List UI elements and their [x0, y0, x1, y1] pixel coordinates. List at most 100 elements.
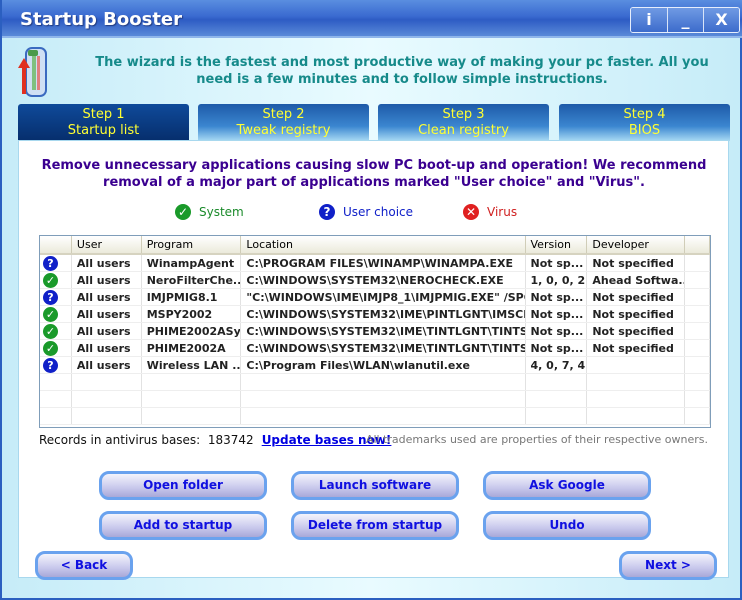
status-cell [40, 408, 72, 424]
intro-text: The wizard is the fastest and most produ… [95, 55, 709, 87]
info-button[interactable]: i [631, 8, 667, 32]
location-cell: C:\WINDOWS\SYSTEM32\IME\PINTLGNT\IMSCINS… [241, 306, 526, 322]
table-row[interactable]: ? All users IMJPMIG8.1 "C:\WINDOWS\IME\IMJP… [40, 289, 710, 306]
filler-cell [685, 357, 710, 373]
filler-cell [685, 391, 710, 407]
col-developer[interactable]: Developer [587, 236, 686, 253]
tab-label: BIOS [628, 123, 661, 138]
empty-row [40, 408, 710, 425]
user-cell: All users [72, 357, 142, 373]
table-row[interactable]: ✓ All users PHIME2002A C:\WINDOWS\SYSTEM32\… [40, 340, 710, 357]
version-cell: 1, 0, 0, 2 [526, 272, 588, 288]
next-button[interactable]: Next > [619, 551, 717, 580]
check-icon: ✓ [43, 273, 58, 288]
table-row[interactable]: ✓ All users MSPY2002 C:\WINDOWS\SYSTEM32\IM… [40, 306, 710, 323]
developer-cell: Not specified [587, 289, 686, 305]
legend-label: User choice [343, 205, 414, 219]
developer-cell: Ahead Softwa... [587, 272, 686, 288]
filler-cell [685, 323, 710, 339]
close-button[interactable]: X [703, 8, 739, 32]
minimize-button[interactable]: _ [667, 8, 703, 32]
empty-row [40, 374, 710, 391]
program-cell: IMJPMIG8.1 [142, 289, 242, 305]
developer-cell [587, 374, 686, 390]
location-cell [241, 374, 526, 390]
trademark-note: All trademarks used are properties of th… [365, 433, 708, 446]
col-location[interactable]: Location [241, 236, 526, 253]
location-cell: C:\WINDOWS\SYSTEM32\IME\TINTLGNT\TINTSET… [241, 323, 526, 339]
developer-cell: Not specified [587, 306, 686, 322]
speedometer-logo-icon [18, 47, 47, 97]
user-cell: All users [72, 340, 142, 356]
tab-tweak-registry[interactable]: Step 2 Tweak registry [198, 104, 369, 141]
tab-label: Clean registry [418, 123, 509, 138]
developer-cell: Not specified [587, 340, 686, 356]
undo-button[interactable]: Undo [483, 511, 651, 540]
location-cell: C:\WINDOWS\SYSTEM32\IME\TINTLGNT\TINTSET… [241, 340, 526, 356]
program-cell [142, 408, 242, 424]
status-cell: ✓ [40, 306, 72, 322]
startup-table[interactable]: User Program Location Version Developer … [39, 235, 711, 428]
developer-cell [587, 357, 686, 373]
filler-cell [685, 289, 710, 305]
version-cell: Not sp... [526, 340, 588, 356]
question-icon: ? [43, 358, 58, 373]
table-row[interactable]: ? All users WinampAgent C:\PROGRAM FILES\WI… [40, 255, 710, 272]
check-icon: ✓ [43, 341, 58, 356]
open-folder-button[interactable]: Open folder [99, 471, 267, 500]
legend-system: ✓ System [175, 204, 244, 220]
title-bar: Startup Booster i _ X [2, 0, 742, 38]
main-window: Startup Booster i _ X The wizard is the … [0, 0, 742, 600]
filler-cell [685, 255, 710, 271]
tab-step: Step 3 [442, 107, 485, 122]
table-row[interactable]: ✓ All usersPHIME2002ASy...C:\WINDOWS\SYST… [40, 323, 710, 340]
window-title: Startup Booster [20, 9, 183, 30]
user-cell: All users [72, 323, 142, 339]
user-cell: All users [72, 306, 142, 322]
program-cell: NeroFilterChe... [142, 272, 242, 288]
location-cell: "C:\WINDOWS\IME\IMJP8_1\IMJPMIG.EXE" /SP… [241, 289, 526, 305]
question-icon: ? [43, 256, 58, 271]
status-cell: ? [40, 289, 72, 305]
developer-cell: Not specified [587, 323, 686, 339]
program-cell [142, 374, 242, 390]
table-row[interactable]: ✓ All users NeroFilterChe... C:\WINDOWS\SYS… [40, 272, 710, 289]
col-status[interactable] [40, 236, 72, 253]
status-cell: ? [40, 255, 72, 271]
question-icon: ? [43, 290, 58, 305]
col-program[interactable]: Program [142, 236, 242, 253]
launch-software-button[interactable]: Launch software [291, 471, 459, 500]
program-cell [142, 391, 242, 407]
add-to-startup-button[interactable]: Add to startup [99, 511, 267, 540]
version-cell: Not sp... [526, 323, 588, 339]
tab-step: Step 2 [262, 107, 305, 122]
status-cell [40, 374, 72, 390]
version-cell: 4, 0, 7, 4 [526, 357, 588, 373]
tab-bios[interactable]: Step 4 BIOS [559, 104, 730, 141]
user-cell [72, 391, 142, 407]
check-icon: ✓ [43, 324, 58, 339]
check-icon: ✓ [175, 204, 191, 220]
status-cell: ✓ [40, 340, 72, 356]
tab-startup-list[interactable]: Step 1 Startup list [18, 104, 189, 141]
developer-cell [587, 391, 686, 407]
tab-step: Step 1 [82, 107, 125, 122]
delete-from-startup-button[interactable]: Delete from startup [291, 511, 459, 540]
records-info: Records in antivirus bases: 183742 Update… [39, 433, 391, 447]
tab-clean-registry[interactable]: Step 3 Clean registry [378, 104, 549, 141]
user-cell: All users [72, 289, 142, 305]
col-user[interactable]: User [72, 236, 142, 253]
legend-label: System [199, 205, 244, 219]
col-version[interactable]: Version [526, 236, 588, 253]
ask-google-button[interactable]: Ask Google [483, 471, 651, 500]
filler-cell [685, 340, 710, 356]
version-cell [526, 391, 588, 407]
location-cell: C:\WINDOWS\SYSTEM32\NEROCHECK.EXE [241, 272, 526, 288]
location-cell: C:\PROGRAM FILES\WINAMP\WINAMPA.EXE [241, 255, 526, 271]
location-cell [241, 391, 526, 407]
program-cell: PHIME2002ASy... [142, 323, 242, 339]
records-label: Records in antivirus bases: [39, 433, 201, 447]
back-button[interactable]: < Back [35, 551, 133, 580]
table-row[interactable]: ? All users Wireless LAN ... C:\Program Fil… [40, 357, 710, 374]
instruction-heading: Remove unnecessary applications causing … [41, 158, 707, 190]
